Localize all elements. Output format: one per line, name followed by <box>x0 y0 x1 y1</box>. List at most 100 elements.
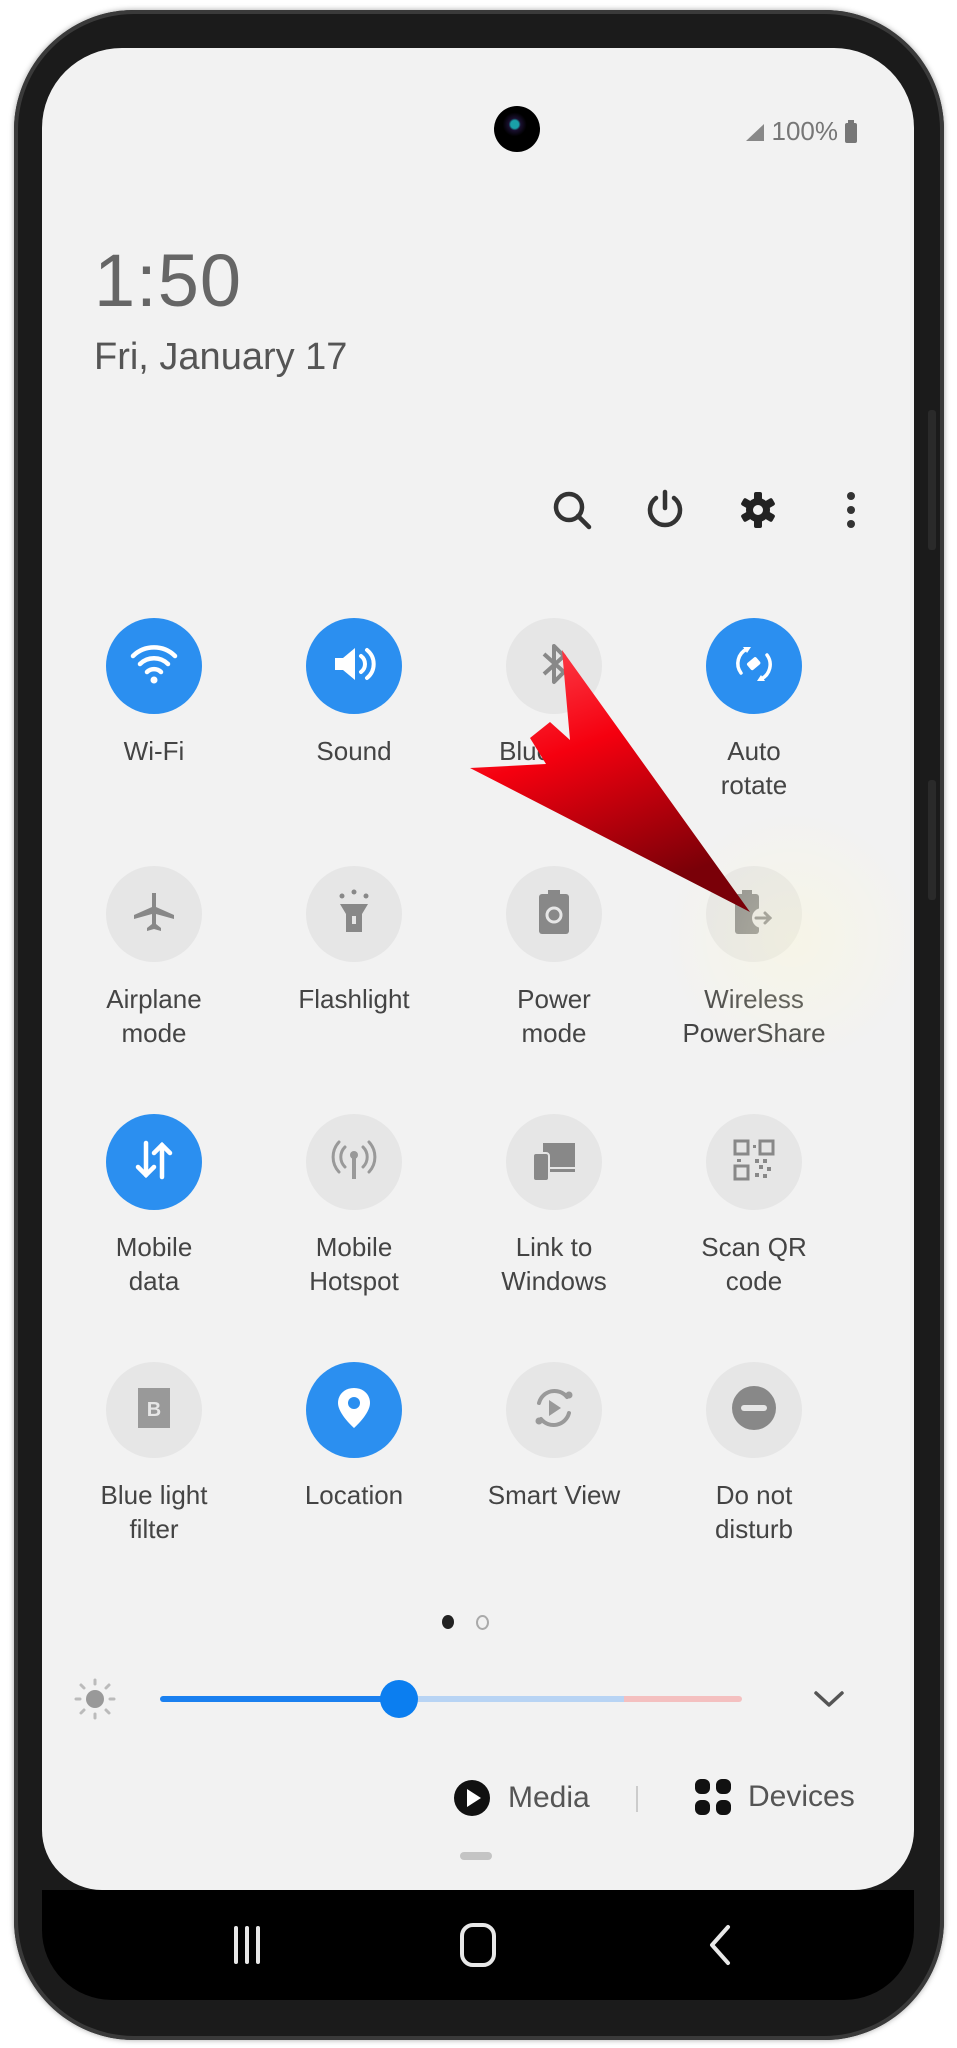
home-icon <box>460 1923 496 1967</box>
tile-toggle[interactable] <box>506 618 602 714</box>
location-icon <box>334 1384 374 1437</box>
tile-bluetooth[interactable]: Bluetooth <box>454 618 654 768</box>
power-button[interactable] <box>635 480 695 540</box>
gear-icon <box>741 492 775 528</box>
tile-blue-light-filter[interactable]: B Blue light filter <box>54 1362 254 1546</box>
tile-toggle[interactable] <box>306 866 402 962</box>
home-button[interactable] <box>448 1918 508 1972</box>
front-camera <box>494 106 540 152</box>
link-to-windows-icon <box>529 1137 579 1188</box>
tile-toggle[interactable] <box>706 866 802 962</box>
flashlight-icon <box>334 888 374 941</box>
more-options-button[interactable] <box>821 480 881 540</box>
qr-code-icon <box>731 1137 777 1188</box>
tile-wireless-powershare[interactable]: Wireless PowerShare <box>654 866 854 1050</box>
tile-toggle[interactable] <box>106 1114 202 1210</box>
do-not-disturb-icon <box>729 1383 779 1438</box>
auto-rotate-icon <box>729 639 779 694</box>
sound-icon <box>329 642 379 691</box>
panel-drag-handle[interactable] <box>460 1852 492 1860</box>
divider <box>636 1786 638 1812</box>
brightness-slider-thumb[interactable] <box>379 1680 418 1718</box>
battery-percentage: 100% <box>771 116 839 146</box>
chevron-down-icon[interactable] <box>812 1688 846 1710</box>
signal-icon <box>745 123 764 141</box>
tile-label: Mobile data <box>115 1232 193 1296</box>
search-icon <box>553 491 592 530</box>
tile-wi-fi[interactable]: Wi-Fi <box>54 618 254 768</box>
back-button[interactable] <box>690 1918 750 1972</box>
tile-toggle[interactable] <box>106 866 202 962</box>
tile-toggle[interactable] <box>106 618 202 714</box>
tile-label: Power mode <box>517 984 591 1048</box>
tile-auto-rotate[interactable]: Auto rotate <box>654 618 854 802</box>
brightness-slider-track[interactable] <box>160 1696 742 1702</box>
svg-text:B: B <box>147 1399 161 1421</box>
tile-smart-view[interactable]: Smart View <box>454 1362 654 1512</box>
tile-label: Wi-Fi <box>123 736 185 766</box>
media-devices-row: Media Devices <box>42 1770 914 1830</box>
tile-link-to-windows[interactable]: Link to Windows <box>454 1114 654 1298</box>
tile-toggle[interactable] <box>706 1114 802 1210</box>
side-key <box>928 780 936 900</box>
airplane-icon <box>131 889 177 940</box>
tile-label: Flashlight <box>298 984 410 1014</box>
tile-label: Auto rotate <box>720 736 788 800</box>
tile-label: Do not disturb <box>714 1480 794 1544</box>
clock: 1:50 <box>94 239 243 322</box>
brightness-icon <box>74 1678 116 1720</box>
tile-label: Link to Windows <box>501 1232 607 1296</box>
tile-flashlight[interactable]: Flashlight <box>254 866 454 1016</box>
tile-label: Smart View <box>487 1480 621 1510</box>
tile-label: Location <box>304 1480 404 1510</box>
tile-scan-qr-code[interactable]: Scan QR code <box>654 1114 854 1298</box>
tile-mobile-hotspot[interactable]: Mobile Hotspot <box>254 1114 454 1298</box>
notification-panel: 100% 1:50 Fri, January 17 Wi-Fi Sound Blue… <box>42 48 914 1890</box>
tile-toggle[interactable]: B <box>106 1362 202 1458</box>
brightness-bar <box>42 1668 914 1728</box>
tile-label: Wireless PowerShare <box>682 984 826 1048</box>
tile-label: Airplane mode <box>106 984 202 1048</box>
tile-power-mode[interactable]: Power mode <box>454 866 654 1050</box>
devices-button[interactable]: Devices <box>694 1778 855 1816</box>
more-vertical-icon <box>847 492 855 528</box>
status-bar: 100% <box>744 116 859 147</box>
page-indicator <box>442 1615 489 1630</box>
tile-toggle[interactable] <box>306 1114 402 1210</box>
volume-button <box>928 410 936 550</box>
power-icon <box>647 489 683 528</box>
power-mode-icon <box>536 888 572 941</box>
devices-label: Devices <box>748 1780 855 1813</box>
media-button[interactable]: Media <box>452 1778 590 1818</box>
media-label: Media <box>508 1781 590 1814</box>
battery-icon <box>845 119 857 143</box>
tile-toggle[interactable] <box>506 866 602 962</box>
tile-toggle[interactable] <box>306 1362 402 1458</box>
page-dot-inactive[interactable] <box>476 1615 489 1630</box>
recents-icon <box>234 1926 260 1964</box>
tile-do-not-disturb[interactable]: Do not disturb <box>654 1362 854 1546</box>
media-play-icon <box>454 1780 490 1816</box>
tile-location[interactable]: Location <box>254 1362 454 1512</box>
devices-grid-icon <box>695 1779 731 1815</box>
search-button[interactable] <box>542 480 602 540</box>
tile-label: Scan QR code <box>701 1232 807 1296</box>
smart-view-icon <box>529 1385 579 1436</box>
wireless-powershare-icon <box>732 888 776 941</box>
tile-airplane-mode[interactable]: Airplane mode <box>54 866 254 1050</box>
wifi-icon <box>129 642 179 691</box>
tile-toggle[interactable] <box>506 1114 602 1210</box>
tile-sound[interactable]: Sound <box>254 618 454 768</box>
recents-button[interactable] <box>217 1918 277 1972</box>
tile-toggle[interactable] <box>706 1362 802 1458</box>
hotspot-icon <box>329 1137 379 1188</box>
bluetooth-icon <box>534 641 574 692</box>
tile-mobile-data[interactable]: Mobile data <box>54 1114 254 1298</box>
tile-label: Bluetooth <box>499 736 609 766</box>
tile-toggle[interactable] <box>306 618 402 714</box>
tile-toggle[interactable] <box>706 618 802 714</box>
page-dot-active[interactable] <box>442 1615 454 1629</box>
blue-light-filter-icon: B <box>134 1385 174 1436</box>
tile-toggle[interactable] <box>506 1362 602 1458</box>
settings-button[interactable] <box>728 480 788 540</box>
